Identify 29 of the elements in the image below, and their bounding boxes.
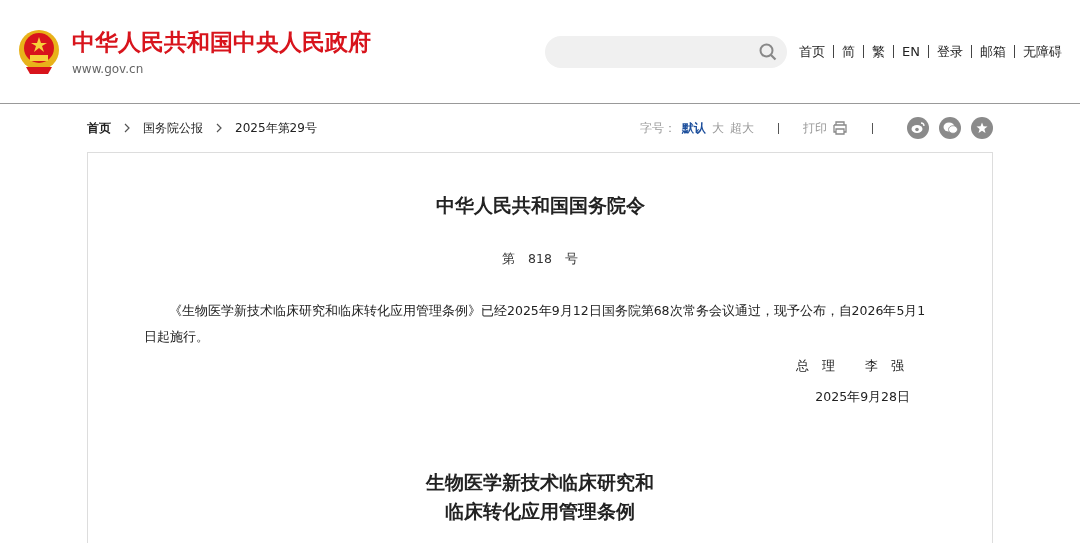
signer-title: 总 理 bbox=[796, 358, 835, 375]
order-number: 第 818 号 bbox=[501, 251, 579, 268]
wechat-share-icon[interactable] bbox=[939, 117, 961, 139]
nav-link[interactable]: 登录 bbox=[937, 42, 963, 61]
article-title: 中华人民共和国国务院令 bbox=[434, 193, 646, 218]
nav-link[interactable]: 邮箱 bbox=[980, 42, 1006, 61]
nav-link[interactable]: 首页 bbox=[799, 42, 826, 61]
breadcrumb-link[interactable]: 首页 bbox=[87, 119, 111, 137]
nav-link[interactable]: EN bbox=[902, 44, 920, 59]
emblem-icon bbox=[18, 28, 60, 75]
weibo-share-icon[interactable] bbox=[907, 117, 929, 139]
search-field[interactable] bbox=[545, 35, 788, 68]
nav-link[interactable]: 简 bbox=[842, 42, 856, 61]
breadcrumb-link[interactable]: 2025年第29号 bbox=[235, 119, 317, 137]
site-title[interactable]: 中华人民共和国中央人民政府 bbox=[72, 27, 371, 58]
breadcrumb-link[interactable]: 国务院公报 bbox=[143, 119, 203, 137]
nav-link[interactable]: 繁 bbox=[872, 42, 886, 61]
nav-link[interactable]: 无障碍 bbox=[1023, 42, 1062, 61]
chevron-icon bbox=[123, 123, 131, 133]
article-paragraph: 《生物医学新技术临床研究和临床转化应用管理条例》已经2025年9月12日国务院第68次常务会议通过，现予公布，自2026年5月1 日起施行。 bbox=[144, 302, 927, 346]
font-size-label: 字号： bbox=[640, 119, 676, 137]
signer-name: 李 强 bbox=[865, 358, 904, 375]
regulation-title: 生物医学新技术临床研究和 临床转化应用管理条例 bbox=[424, 470, 655, 524]
chevron-icon bbox=[215, 123, 223, 133]
printer-icon[interactable] bbox=[832, 121, 848, 135]
search-icon[interactable] bbox=[759, 42, 778, 61]
font-size-option[interactable]: 默认 bbox=[682, 119, 706, 137]
signing-date: 2025年9月28日 bbox=[814, 389, 911, 406]
site-url: www.gov.cn bbox=[72, 62, 145, 76]
